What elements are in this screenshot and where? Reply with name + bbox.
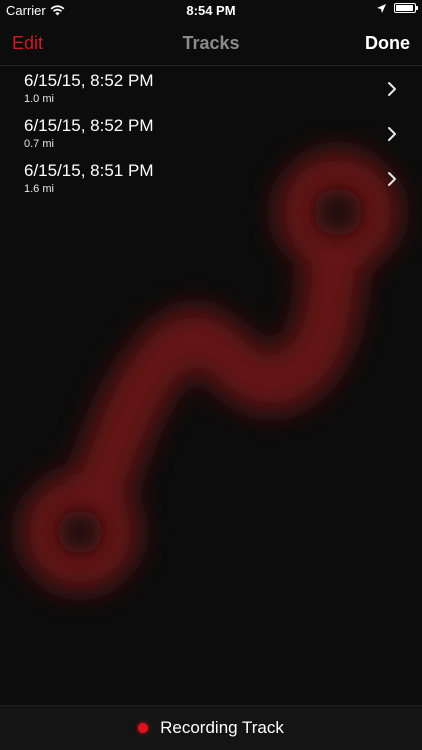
page-title: Tracks	[182, 33, 240, 53]
recording-track-button[interactable]: Recording Track	[0, 705, 422, 750]
battery-icon	[394, 3, 418, 13]
track-date: 6/15/15, 8:51 PM	[24, 161, 154, 180]
navigation-bar: Edit Tracks Done	[0, 22, 422, 66]
track-distance: 0.7 mi	[24, 138, 54, 150]
track-date: 6/15/15, 8:52 PM	[24, 71, 154, 90]
chevron-right-icon	[388, 127, 396, 141]
chevron-right-icon	[388, 82, 396, 96]
status-time: 8:54 PM	[186, 3, 236, 18]
track-list: 6/15/15, 8:52 PM 1.0 mi 6/15/15, 8:52 PM…	[0, 66, 422, 201]
track-row[interactable]: 6/15/15, 8:52 PM 0.7 mi	[0, 111, 422, 156]
track-row[interactable]: 6/15/15, 8:51 PM 1.6 mi	[0, 156, 422, 201]
battery-level-fill	[396, 5, 413, 11]
recording-indicator-icon	[138, 723, 149, 733]
location-arrow-icon	[377, 3, 386, 13]
recording-track-label: Recording Track	[160, 718, 284, 737]
chevron-right-icon	[388, 172, 396, 186]
done-button[interactable]: Done	[365, 33, 410, 54]
track-distance: 1.6 mi	[24, 183, 54, 195]
tracks-screen: Carrier 8:54 PM Edit Tracks Done 6/15/15…	[0, 0, 422, 750]
track-date: 6/15/15, 8:52 PM	[24, 116, 154, 135]
track-distance: 1.0 mi	[24, 93, 54, 105]
status-bar: Carrier 8:54 PM	[0, 0, 422, 22]
status-right	[377, 3, 418, 13]
track-row[interactable]: 6/15/15, 8:52 PM 1.0 mi	[0, 66, 422, 111]
